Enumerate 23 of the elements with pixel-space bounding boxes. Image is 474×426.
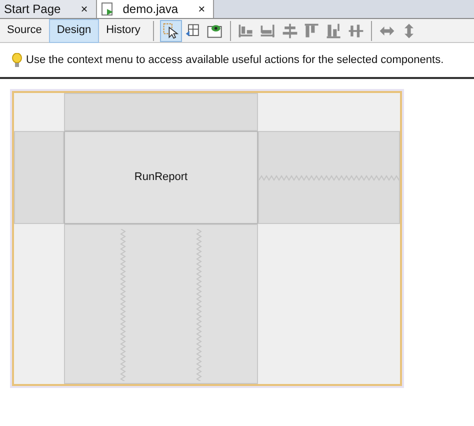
close-icon[interactable]: ×: [198, 0, 206, 18]
spring-icon: [195, 229, 203, 381]
run-report-button[interactable]: RunReport: [64, 131, 258, 224]
view-tab[interactable]: Source: [0, 18, 49, 42]
align-top-icon: [303, 22, 322, 40]
align-right-icon: [259, 22, 278, 40]
tab-title: demo.java: [122, 1, 178, 18]
file-tab[interactable]: Start Page ×: [0, 0, 96, 18]
selection-arrow-tool-button[interactable]: [160, 20, 182, 42]
view-tab[interactable]: Design: [48, 18, 100, 42]
align-left-icon: [237, 22, 256, 40]
hint-text: Use the context menu to access available useful actions for the selected components.: [26, 52, 444, 68]
center-vertical-icon: [347, 22, 366, 40]
center-horizontal-icon: [281, 22, 300, 40]
close-icon[interactable]: ×: [80, 0, 88, 18]
tab-title: Start Page: [4, 1, 61, 18]
spring-icon: [119, 229, 127, 381]
view-tab[interactable]: History: [99, 18, 148, 42]
file-tab[interactable]: demo.java ×: [96, 0, 214, 18]
align-bottom-icon: [325, 22, 344, 40]
lightbulb-icon: [12, 52, 22, 68]
java-file-icon: [100, 2, 115, 16]
selection-arrow-icon: [162, 22, 180, 40]
